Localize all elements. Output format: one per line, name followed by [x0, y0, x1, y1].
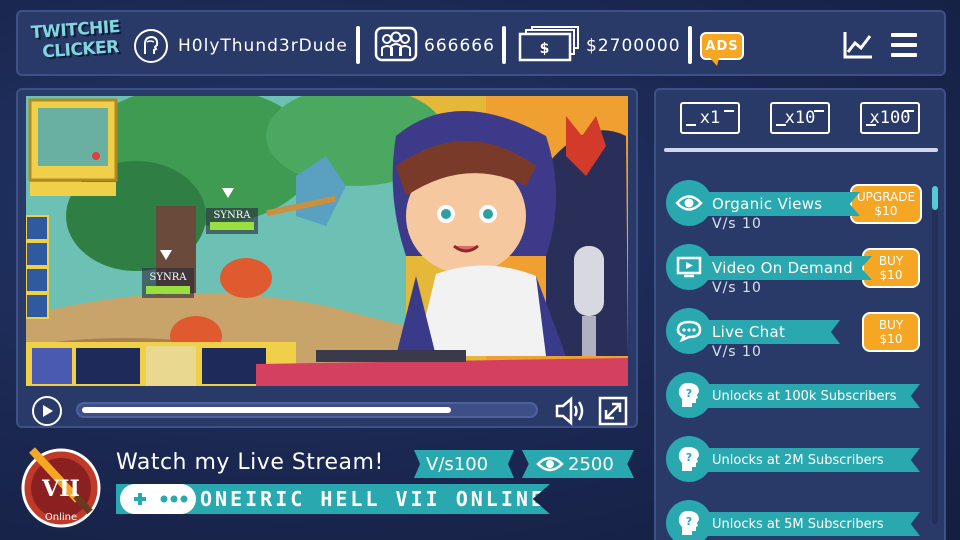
ads-label: ADS: [705, 38, 739, 54]
money-value: $2700000: [586, 36, 681, 56]
cash-stack-icon: $: [518, 25, 580, 67]
eye-icon: [666, 180, 712, 226]
subscriber-count: 666666: [374, 26, 495, 66]
action-price: $10: [874, 204, 898, 218]
eye-icon: [536, 456, 564, 472]
play-button[interactable]: [32, 396, 62, 426]
game-logo-badge: VII Online: [18, 440, 104, 530]
app-logo: TWITCHIE CLICKER: [30, 17, 123, 73]
unlock-requirement: Unlocks at 2M Subscribers: [712, 452, 884, 468]
action-label: BUY: [878, 254, 904, 268]
scrollbar[interactable]: [932, 186, 938, 524]
user-avatar-icon: [134, 29, 168, 63]
upgrade-name-banner: Video On Demand: [690, 256, 872, 280]
upgrade-name-banner: Live Chat: [690, 320, 840, 344]
username: H0lyThund3rDude: [178, 36, 348, 56]
divider: [664, 148, 938, 152]
enemy-label: SYNRA: [150, 272, 188, 283]
hamburger-menu-icon: [891, 33, 917, 57]
multiplier-label: x1: [699, 108, 721, 128]
badge-title: VII: [41, 476, 80, 502]
scroll-thumb[interactable]: [932, 186, 938, 210]
views-per-second-value: V/s100: [426, 453, 489, 475]
line-chart-icon: [843, 32, 872, 59]
ads-speech-icon: ADS: [700, 32, 744, 66]
action-price: $10: [879, 332, 903, 346]
question-head-icon: ?: [666, 372, 712, 418]
stream-video-screen[interactable]: SYNRA SYNRA: [26, 96, 628, 386]
game-name: ONEIRIC HELL VII ONLINE: [200, 487, 546, 511]
upgrades-panel: x1 x10 x100 Organic Views V/s 10 UPGRADE…: [654, 88, 946, 540]
locked-upgrade-row: ? Unlocks at 2M Subscribers: [666, 436, 926, 492]
video-player: SYNRA SYNRA: [16, 88, 638, 428]
upgrade-row-organic-views: Organic Views V/s 10 UPGRADE $10: [666, 180, 926, 236]
upgrade-button[interactable]: UPGRADE $10: [850, 184, 922, 224]
progress-fill: [82, 407, 451, 413]
divider: [502, 26, 506, 64]
video-controls: [32, 396, 628, 426]
action-price: $10: [879, 268, 903, 282]
top-bar: TWITCHIE CLICKER H0lyThund3rDude 666666 …: [16, 10, 946, 76]
buy-button[interactable]: BUY $10: [862, 312, 920, 352]
locked-upgrade-row: ? Unlocks at 5M Subscribers: [666, 500, 926, 540]
volume-button[interactable]: [554, 396, 588, 426]
stream-title: Watch my Live Stream!: [116, 450, 384, 475]
svg-text:?: ?: [686, 387, 692, 400]
upgrade-rate: V/s 10: [712, 216, 762, 232]
upgrade-name: Live Chat: [712, 323, 786, 341]
progress-bar[interactable]: [76, 402, 538, 418]
action-label: BUY: [878, 318, 904, 332]
unlock-requirement: Unlocks at 100k Subscribers: [712, 388, 897, 404]
locked-label-banner: Unlocks at 5M Subscribers: [690, 512, 920, 536]
divider: [688, 26, 692, 64]
locked-label-banner: Unlocks at 2M Subscribers: [690, 448, 920, 472]
gamepad-icon: [120, 484, 196, 514]
user-profile[interactable]: H0lyThund3rDude: [134, 26, 348, 66]
ads-button[interactable]: ADS: [700, 26, 744, 66]
enemy-label: SYNRA: [214, 210, 252, 221]
fullscreen-button[interactable]: [598, 396, 628, 426]
badge-subtitle: Online: [45, 512, 77, 523]
locked-label-banner: Unlocks at 100k Subscribers: [690, 384, 920, 408]
people-group-icon: [374, 26, 418, 67]
viewer-count-value: 2500: [568, 453, 614, 475]
divider: [356, 26, 360, 64]
unlock-requirement: Unlocks at 5M Subscribers: [712, 516, 884, 532]
viewer-count-tag: 2500: [522, 450, 634, 478]
upgrade-name: Organic Views: [712, 195, 823, 213]
buy-button[interactable]: BUY $10: [862, 248, 920, 288]
locked-upgrade-row: ? Unlocks at 100k Subscribers: [666, 372, 926, 428]
multiplier-x1-button[interactable]: x1: [680, 102, 740, 134]
upgrade-row-live-chat: Live Chat V/s 10 BUY $10: [666, 308, 926, 364]
action-label: UPGRADE: [856, 190, 916, 204]
question-head-icon: ?: [666, 500, 712, 540]
svg-text:?: ?: [686, 515, 692, 528]
video-screen-icon: [666, 244, 712, 290]
multiplier-x100-button[interactable]: x100: [860, 102, 920, 134]
upgrade-name: Video On Demand: [712, 259, 853, 277]
multiplier-x10-button[interactable]: x10: [770, 102, 830, 134]
multiplier-label: x10: [784, 108, 816, 128]
upgrade-name-banner: Organic Views: [690, 192, 860, 216]
menu-button[interactable]: [886, 28, 922, 62]
fullscreen-icon: [598, 396, 628, 426]
game-scene-illustration: SYNRA SYNRA: [26, 96, 628, 386]
upgrade-rate: V/s 10: [712, 280, 762, 296]
upgrade-row-video-on-demand: Video On Demand V/s 10 BUY $10: [666, 244, 926, 300]
money-count: $ $2700000: [518, 25, 681, 67]
svg-text:$: $: [540, 41, 551, 57]
stats-button[interactable]: [840, 28, 876, 62]
upgrade-rate: V/s 10: [712, 344, 762, 360]
subscriber-value: 666666: [424, 36, 495, 56]
chat-bubble-icon: [666, 308, 712, 354]
svg-text:?: ?: [686, 451, 692, 464]
question-head-icon: ?: [666, 436, 712, 482]
volume-icon: [555, 396, 584, 426]
multiplier-label: x100: [869, 108, 911, 128]
play-icon: [43, 405, 53, 417]
views-per-second-tag: V/s100: [414, 450, 514, 478]
